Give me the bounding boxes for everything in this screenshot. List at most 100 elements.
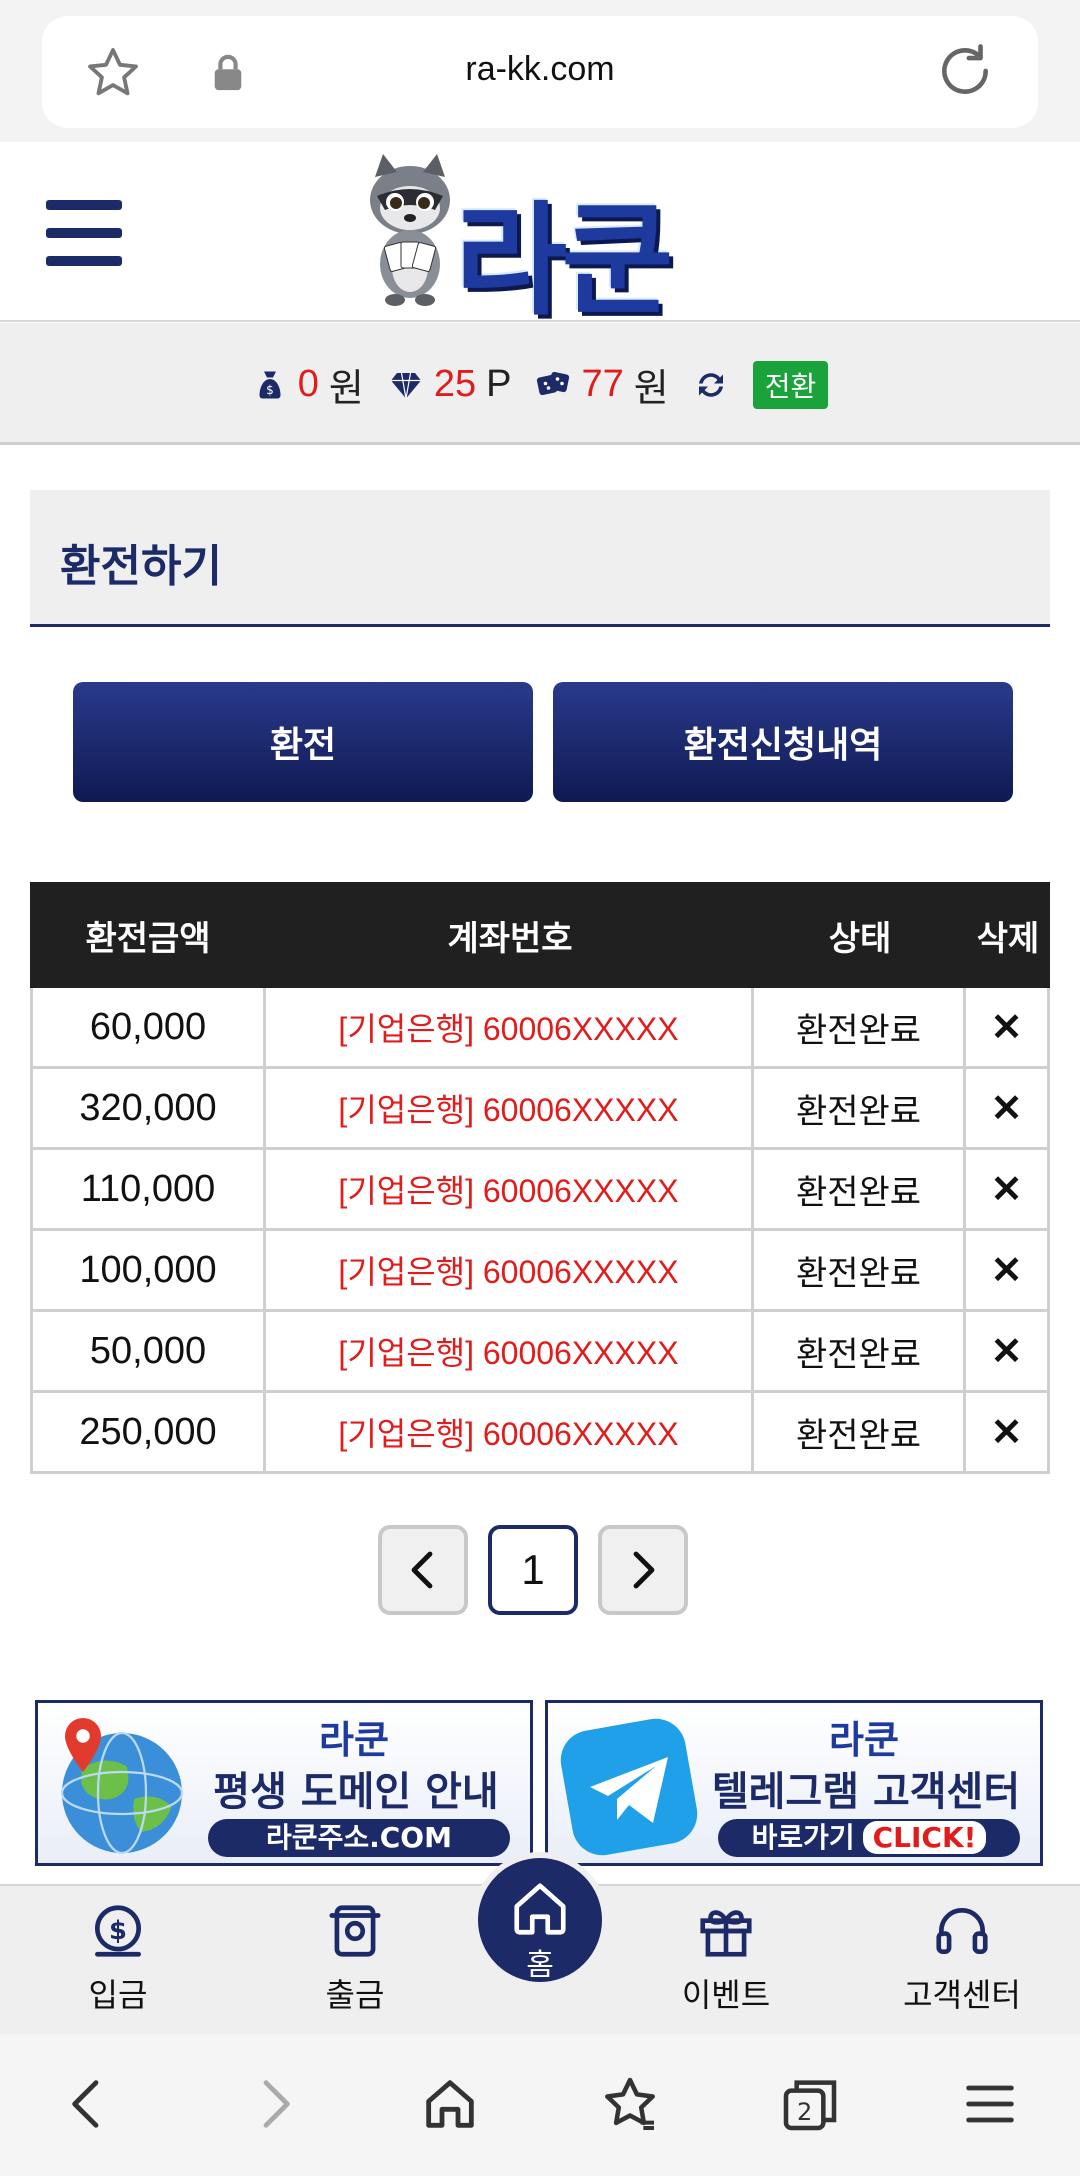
- balance-bar: $ 0 원 25 P 77 원 전환: [0, 323, 1080, 445]
- status-cell: 환전완료: [754, 1150, 966, 1231]
- nav-home-label: 홈: [526, 1948, 554, 1983]
- delete-button[interactable]: ✕: [966, 988, 1050, 1069]
- domain-info-banner[interactable]: 라쿤 평생 도메인 안내 라쿤주소.COM: [35, 1700, 533, 1866]
- banner-shortcut-label: 바로가기: [751, 1821, 855, 1854]
- headset-icon: [936, 1908, 988, 1954]
- money-bag-icon: $: [259, 371, 281, 398]
- browser-home-icon[interactable]: [418, 2072, 482, 2136]
- bookmarks-star-icon[interactable]: [598, 2072, 662, 2136]
- telegram-support-banner[interactable]: 라쿤 텔레그램 고객센터 바로가기 CLICK!: [545, 1700, 1043, 1866]
- prev-page-button[interactable]: [378, 1525, 468, 1615]
- point-balance-unit: P: [486, 363, 512, 405]
- status-cell: 환전완료: [754, 1312, 966, 1393]
- table-row: 320,000 [기업은행] 60006XXXXX 환전완료 ✕: [30, 1069, 1050, 1150]
- table-row: 250,000 [기업은행] 60006XXXXX 환전완료 ✕: [30, 1393, 1050, 1474]
- banner-logo: 라쿤: [829, 1718, 899, 1762]
- gift-icon: [700, 1910, 752, 1957]
- account-cell: [기업은행] 60006XXXXX: [266, 1150, 754, 1231]
- account-cell: [기업은행] 60006XXXXX: [266, 988, 754, 1069]
- banner-domain-link[interactable]: 라쿤주소.COM: [208, 1819, 510, 1857]
- page-title: 환전하기: [60, 541, 222, 592]
- delete-button[interactable]: ✕: [966, 1150, 1050, 1231]
- account-cell: [기업은행] 60006XXXXX: [266, 1393, 754, 1474]
- nav-event[interactable]: 이벤트: [636, 1900, 816, 2016]
- money-balance-unit: 원: [328, 368, 364, 410]
- table-row: 100,000 [기업은행] 60006XXXXX 환전완료 ✕: [30, 1231, 1050, 1312]
- nav-support-label: 고객센터: [903, 1976, 1021, 2014]
- banner-title: 텔레그램 고객센터: [711, 1769, 1021, 1815]
- banner-title: 평생 도메인 안내: [213, 1769, 499, 1815]
- browser-navigation-bar: 2: [0, 2034, 1080, 2176]
- logo-text: 라쿤: [455, 190, 673, 332]
- delete-button[interactable]: ✕: [966, 1069, 1050, 1150]
- status-cell: 환전완료: [754, 1231, 966, 1312]
- chevron-right-icon: [633, 1551, 655, 1589]
- exchange-history-table: 환전금액 계좌번호 상태 삭제 60,000 [기업은행] 60006XXXXX…: [30, 882, 1050, 1474]
- hamburger-menu-icon[interactable]: [46, 200, 122, 266]
- tabs-icon[interactable]: 2: [778, 2072, 842, 2136]
- table-row: 50,000 [기업은행] 60006XXXXX 환전완료 ✕: [30, 1312, 1050, 1393]
- next-page-button[interactable]: [598, 1525, 688, 1615]
- forward-arrow-icon[interactable]: [242, 2072, 306, 2136]
- address-bar[interactable]: ra-kk.com: [42, 16, 1038, 128]
- exchange-tab-button[interactable]: 환전: [73, 682, 533, 802]
- nav-event-label: 이벤트: [681, 1976, 771, 2014]
- refresh-icon[interactable]: [693, 367, 729, 403]
- amount-cell: 50,000: [33, 1312, 266, 1393]
- nav-withdraw[interactable]: 출금: [265, 1900, 445, 2016]
- banner-shortcut-link[interactable]: 바로가기 CLICK!: [718, 1819, 1020, 1857]
- header-status: 상태: [828, 918, 892, 959]
- nav-support[interactable]: 고객센터: [872, 1900, 1052, 2016]
- header-account: 계좌번호: [447, 918, 573, 959]
- status-cell: 환전완료: [754, 988, 966, 1069]
- amount-cell: 60,000: [33, 988, 266, 1069]
- browser-menu-icon[interactable]: [958, 2072, 1022, 2136]
- delete-button[interactable]: ✕: [966, 1393, 1050, 1474]
- amount-cell: 320,000: [33, 1069, 266, 1150]
- delete-button[interactable]: ✕: [966, 1231, 1050, 1312]
- nav-deposit[interactable]: $ 입금: [28, 1900, 208, 2016]
- casino-balance-value: 77: [581, 363, 624, 405]
- pagination: 1: [378, 1525, 688, 1615]
- reload-icon[interactable]: [934, 40, 996, 102]
- page-button-current[interactable]: 1: [488, 1525, 578, 1615]
- chevron-left-icon: [411, 1551, 433, 1589]
- site-logo[interactable]: 라쿤: [355, 152, 725, 332]
- svg-text:2: 2: [797, 2098, 812, 2126]
- account-cell: [기업은행] 60006XXXXX: [266, 1069, 754, 1150]
- site-header: 라쿤: [0, 142, 1080, 332]
- amount-cell: 110,000: [33, 1150, 266, 1231]
- header-amount: 환전금액: [85, 918, 211, 959]
- banner-logo: 라쿤: [319, 1718, 389, 1762]
- click-badge: CLICK!: [862, 1821, 987, 1854]
- svg-text:$: $: [109, 1916, 127, 1946]
- convert-button[interactable]: 전환: [752, 360, 829, 409]
- table-header: 환전금액 계좌번호 상태 삭제: [30, 882, 1050, 988]
- back-arrow-icon[interactable]: [56, 2072, 120, 2136]
- home-icon: [514, 1883, 566, 1935]
- dice-icon: [537, 371, 570, 395]
- status-cell: 환전완료: [754, 1393, 966, 1474]
- delete-button[interactable]: ✕: [966, 1312, 1050, 1393]
- svg-text:$: $: [266, 383, 274, 397]
- casino-balance-unit: 원: [633, 368, 669, 410]
- account-cell: [기업은행] 60006XXXXX: [266, 1231, 754, 1312]
- header-delete: 삭제: [976, 918, 1040, 959]
- table-row: 60,000 [기업은행] 60006XXXXX 환전완료 ✕: [30, 988, 1050, 1069]
- page-title-box: 환전하기: [30, 490, 1050, 627]
- nav-home[interactable]: 홈: [472, 1852, 608, 1988]
- status-cell: 환전완료: [754, 1069, 966, 1150]
- diamond-icon: [390, 372, 421, 399]
- raccoon-mascot-icon: [370, 154, 450, 306]
- nav-deposit-label: 입금: [88, 1976, 148, 2014]
- amount-cell: 100,000: [33, 1231, 266, 1312]
- atm-withdraw-icon: [329, 1905, 381, 1957]
- table-row: 110,000 [기업은행] 60006XXXXX 환전완료 ✕: [30, 1150, 1050, 1231]
- exchange-history-tab-button[interactable]: 환전신청내역: [553, 682, 1013, 802]
- url-text[interactable]: ra-kk.com: [42, 50, 1038, 89]
- point-balance-value: 25: [433, 363, 477, 405]
- deposit-coin-icon: $: [95, 1905, 141, 1957]
- amount-cell: 250,000: [33, 1393, 266, 1474]
- browser-toolbar: ra-kk.com: [0, 0, 1080, 142]
- nav-withdraw-label: 출금: [325, 1976, 385, 2014]
